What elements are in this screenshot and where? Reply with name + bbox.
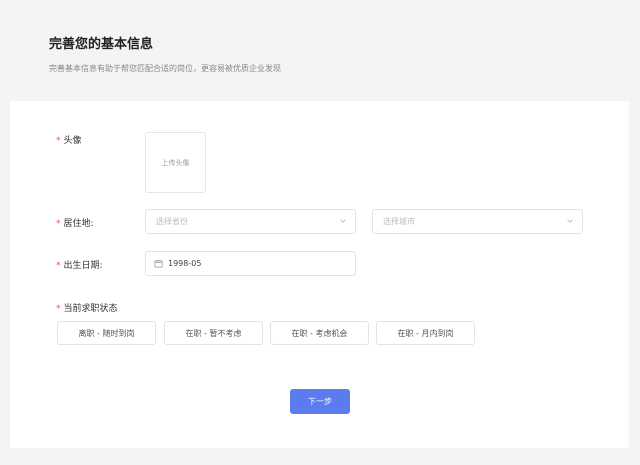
status-option-not-considering[interactable]: 在职 - 暂不考虑 (164, 321, 263, 345)
calendar-icon (154, 259, 163, 268)
city-placeholder: 选择城市 (383, 217, 415, 226)
avatar-upload-text: 上传头像 (161, 158, 190, 167)
residence-label: * 居住地: (56, 216, 94, 229)
avatar-label-text: 头像 (63, 136, 82, 146)
status-option-within-month[interactable]: 在职 - 月内到岗 (376, 321, 475, 345)
page-title: 完善您的基本信息 (49, 37, 154, 52)
province-select[interactable]: 选择省份 (145, 209, 356, 234)
city-select[interactable]: 选择城市 (372, 209, 583, 234)
next-button-label: 下一步 (308, 397, 332, 406)
birth-label: * 出生日期: (56, 258, 103, 271)
form-card: * 头像 上传头像 * 居住地: 选择省份 选择城市 * 出生日期: 1998-05 … (10, 101, 629, 448)
chevron-down-icon (340, 219, 346, 223)
residence-label-text: 居住地: (63, 219, 94, 229)
status-option-text: 在职 - 月内到岗 (397, 328, 454, 338)
next-button[interactable]: 下一步 (290, 389, 350, 414)
required-mark: * (56, 219, 61, 229)
required-mark: * (56, 304, 61, 314)
status-option-considering[interactable]: 在职 - 考虑机会 (270, 321, 369, 345)
status-option-text: 在职 - 考虑机会 (291, 328, 348, 338)
page-subtitle: 完善基本信息有助于帮您匹配合适的岗位，更容易被优质企业发现 (49, 64, 281, 73)
job-status-label: * 当前求职状态 (56, 301, 118, 314)
status-option-text: 离职 - 随时到岗 (78, 328, 135, 338)
required-mark: * (56, 136, 61, 146)
job-status-label-text: 当前求职状态 (63, 304, 118, 314)
birth-label-text: 出生日期: (63, 261, 103, 271)
status-option-resigned[interactable]: 离职 - 随时到岗 (57, 321, 156, 345)
chevron-down-icon (567, 219, 573, 223)
province-placeholder: 选择省份 (156, 217, 188, 226)
avatar-upload-button[interactable]: 上传头像 (145, 132, 206, 193)
avatar-label: * 头像 (56, 133, 82, 146)
status-option-text: 在职 - 暂不考虑 (185, 328, 242, 338)
required-mark: * (56, 261, 61, 271)
birth-date-input[interactable]: 1998-05 (145, 251, 356, 276)
birth-date-value: 1998-05 (168, 259, 202, 268)
